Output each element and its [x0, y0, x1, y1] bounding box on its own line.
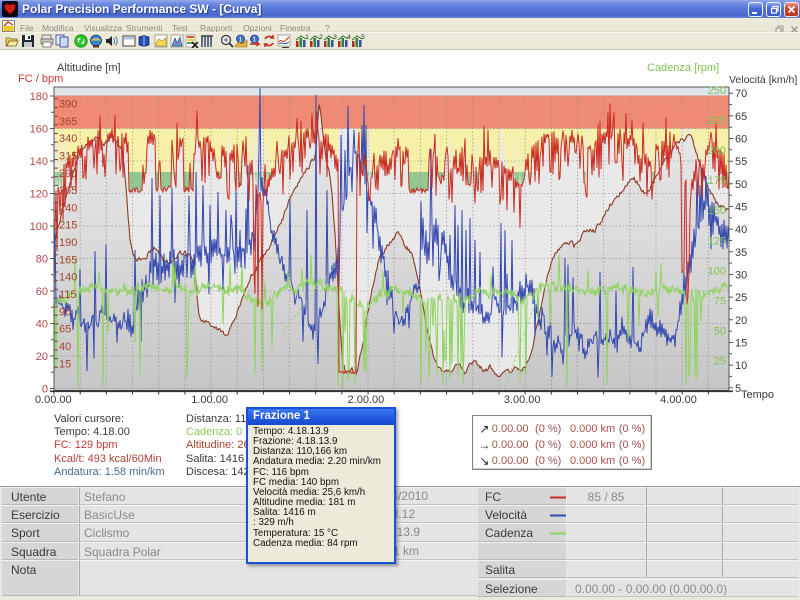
- svg-text:65: 65: [735, 111, 747, 123]
- svg-text:50: 50: [714, 325, 726, 337]
- svg-text:4.00.00: 4.00.00: [660, 394, 697, 406]
- svg-text:225: 225: [708, 115, 726, 127]
- svg-text:100: 100: [30, 221, 48, 233]
- svg-text:70: 70: [735, 88, 747, 100]
- svg-text:60: 60: [735, 134, 747, 146]
- svg-text:175: 175: [708, 175, 726, 187]
- svg-text:390: 390: [59, 99, 77, 111]
- svg-text:160: 160: [30, 124, 48, 136]
- svg-text:1.00.00: 1.00.00: [191, 394, 228, 406]
- svg-text:140: 140: [30, 156, 48, 168]
- svg-text:10: 10: [735, 360, 747, 372]
- svg-text:20: 20: [735, 315, 747, 327]
- svg-text:200: 200: [708, 145, 726, 157]
- svg-text:75: 75: [714, 295, 726, 307]
- svg-text:120: 120: [30, 189, 48, 201]
- svg-text:290: 290: [59, 168, 77, 180]
- svg-text:265: 265: [59, 185, 77, 197]
- svg-text:0.00.00: 0.00.00: [35, 394, 72, 406]
- svg-text:45: 45: [735, 202, 747, 214]
- svg-text:20: 20: [36, 351, 48, 363]
- svg-text:2.00.00: 2.00.00: [348, 394, 385, 406]
- svg-text:165: 165: [59, 254, 77, 266]
- svg-text:340: 340: [59, 133, 77, 145]
- svg-text:30: 30: [735, 269, 747, 281]
- svg-text:80: 80: [36, 254, 48, 266]
- svg-text:100: 100: [708, 265, 726, 277]
- svg-text:190: 190: [59, 237, 77, 249]
- svg-text:125: 125: [708, 235, 726, 247]
- svg-text:215: 215: [59, 220, 77, 232]
- svg-text:365: 365: [59, 116, 77, 128]
- svg-text:15: 15: [735, 337, 747, 349]
- svg-text:50: 50: [735, 179, 747, 191]
- svg-text:40: 40: [59, 341, 71, 353]
- svg-text:3.00.00: 3.00.00: [504, 394, 541, 406]
- svg-text:250: 250: [708, 85, 726, 97]
- svg-text:65: 65: [59, 324, 71, 336]
- svg-text:180: 180: [30, 91, 48, 103]
- svg-text:35: 35: [735, 247, 747, 259]
- svg-text:25: 25: [714, 355, 726, 367]
- svg-text:315: 315: [59, 150, 77, 162]
- svg-text:40: 40: [735, 224, 747, 236]
- svg-text:150: 150: [708, 205, 726, 217]
- svg-text:60: 60: [36, 286, 48, 298]
- svg-text:25: 25: [735, 292, 747, 304]
- svg-text:140: 140: [59, 272, 77, 284]
- svg-text:240: 240: [59, 202, 77, 214]
- svg-text:55: 55: [735, 156, 747, 168]
- svg-text:15: 15: [59, 358, 71, 370]
- svg-text:40: 40: [36, 319, 48, 331]
- svg-text:5: 5: [735, 383, 741, 395]
- svg-text:1: 1: [253, 37, 257, 44]
- svg-text:115: 115: [59, 289, 77, 301]
- svg-text:90: 90: [59, 306, 71, 318]
- svg-text:5: 5: [361, 34, 365, 41]
